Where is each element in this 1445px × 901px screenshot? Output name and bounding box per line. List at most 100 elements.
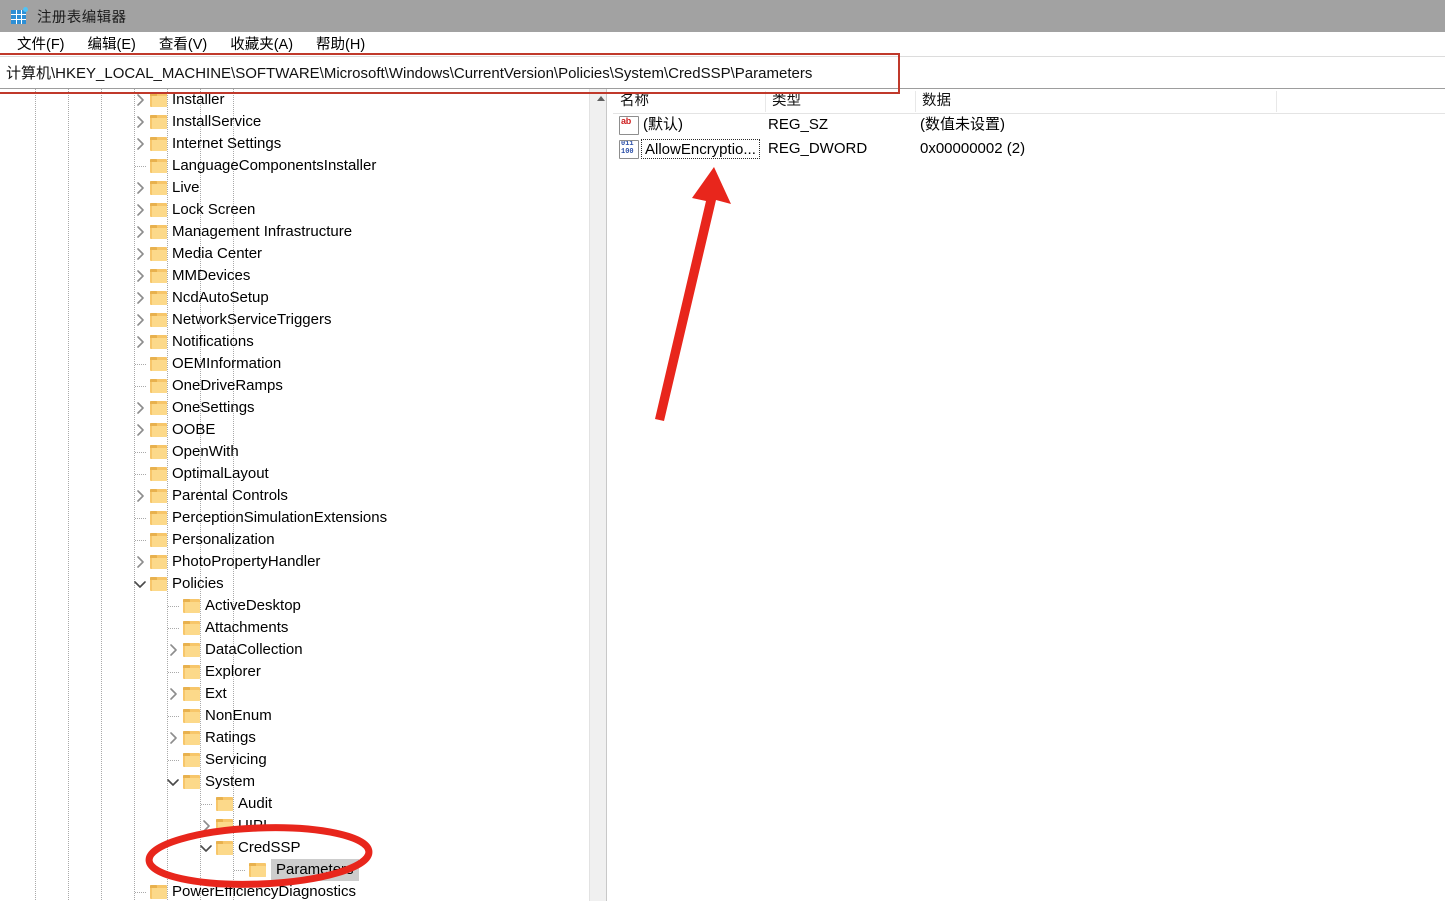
tree-node-label[interactable]: Parental Controls [172, 485, 288, 507]
tree-node-label[interactable]: OneDriveRamps [172, 375, 283, 397]
chevron-right-icon[interactable] [132, 485, 148, 507]
chevron-right-icon[interactable] [165, 683, 181, 705]
chevron-right-icon[interactable] [132, 287, 148, 309]
chevron-right-icon[interactable] [165, 639, 181, 661]
tree-node-media-center[interactable]: Media Center [0, 243, 589, 265]
tree-node-photopropertyhandler[interactable]: PhotoPropertyHandler [0, 551, 589, 573]
tree-node-notifications[interactable]: Notifications [0, 331, 589, 353]
tree-node-label[interactable]: Live [172, 177, 200, 199]
tree-node-oobe[interactable]: OOBE [0, 419, 589, 441]
tree-node-openwith[interactable]: OpenWith [0, 441, 589, 463]
chevron-down-icon[interactable] [132, 573, 148, 595]
tree-node-mmdevices[interactable]: MMDevices [0, 265, 589, 287]
tree-node-onedriveramps[interactable]: OneDriveRamps [0, 375, 589, 397]
tree-node-servicing[interactable]: Servicing [0, 749, 589, 771]
tree-node-label[interactable]: UIPI [238, 815, 267, 837]
tree-node-optimallayout[interactable]: OptimalLayout [0, 463, 589, 485]
tree-node-label[interactable]: Parameters [271, 859, 359, 881]
tree-node-label[interactable]: Notifications [172, 331, 254, 353]
tree-node-installer[interactable]: Installer [0, 89, 589, 111]
value-name[interactable]: (默认) [643, 113, 683, 137]
tree-node-label[interactable]: Installer [172, 89, 225, 111]
tree-node-internet-settings[interactable]: Internet Settings [0, 133, 589, 155]
chevron-right-icon[interactable] [132, 111, 148, 133]
tree-node-label[interactable]: Internet Settings [172, 133, 281, 155]
tree-node-parental-controls[interactable]: Parental Controls [0, 485, 589, 507]
tree-node-personalization[interactable]: Personalization [0, 529, 589, 551]
menu-help[interactable]: 帮助(H) [307, 33, 374, 54]
values-list-row[interactable]: AllowEncryptio... REG_DWORD 0x00000002 (2) [613, 137, 1445, 161]
chevron-right-icon[interactable] [132, 89, 148, 111]
tree-node-label[interactable]: PerceptionSimulationExtensions [172, 507, 387, 529]
menu-favorites[interactable]: 收藏夹(A) [221, 33, 302, 54]
column-divider-3[interactable] [1276, 91, 1277, 112]
tree-node-label[interactable]: InstallService [172, 111, 261, 133]
column-header-type[interactable]: 类型 [765, 89, 920, 113]
tree-node-onesettings[interactable]: OneSettings [0, 397, 589, 419]
column-header-name[interactable]: 名称 [613, 89, 765, 113]
address-bar[interactable]: 计算机\HKEY_LOCAL_MACHINE\SOFTWARE\Microsof… [0, 56, 1445, 89]
tree-node-label[interactable]: Explorer [205, 661, 261, 683]
tree-node-attachments[interactable]: Attachments [0, 617, 589, 639]
menu-edit[interactable]: 编辑(E) [79, 33, 145, 54]
chevron-down-icon[interactable] [165, 771, 181, 793]
menu-view[interactable]: 查看(V) [150, 33, 216, 54]
chevron-right-icon[interactable] [132, 265, 148, 287]
tree-node-uipi[interactable]: UIPI [0, 815, 589, 837]
tree-node-perceptionsimulationextensions[interactable]: PerceptionSimulationExtensions [0, 507, 589, 529]
tree-node-label[interactable]: NonEnum [205, 705, 272, 727]
menu-file[interactable]: 文件(F) [8, 33, 74, 54]
tree-node-live[interactable]: Live [0, 177, 589, 199]
tree-node-parameters[interactable]: Parameters [0, 859, 589, 881]
chevron-right-icon[interactable] [132, 243, 148, 265]
tree-node-label[interactable]: NetworkServiceTriggers [172, 309, 332, 331]
values-list-row[interactable]: (默认) REG_SZ (数值未设置) [613, 113, 1445, 137]
tree-node-label[interactable]: ActiveDesktop [205, 595, 301, 617]
tree-node-label[interactable]: OOBE [172, 419, 215, 441]
tree-node-audit[interactable]: Audit [0, 793, 589, 815]
chevron-right-icon[interactable] [132, 309, 148, 331]
tree-node-credssp[interactable]: CredSSP [0, 837, 589, 859]
tree-node-label[interactable]: Media Center [172, 243, 262, 265]
tree-node-languagecomponentsinstaller[interactable]: LanguageComponentsInstaller [0, 155, 589, 177]
tree-node-label[interactable]: CredSSP [238, 837, 301, 859]
chevron-right-icon[interactable] [132, 397, 148, 419]
tree-node-installservice[interactable]: InstallService [0, 111, 589, 133]
chevron-right-icon[interactable] [132, 221, 148, 243]
tree-node-oeminformation[interactable]: OEMInformation [0, 353, 589, 375]
tree-node-explorer[interactable]: Explorer [0, 661, 589, 683]
chevron-right-icon[interactable] [165, 727, 181, 749]
tree-node-label[interactable]: Attachments [205, 617, 288, 639]
tree-node-label[interactable]: Lock Screen [172, 199, 255, 221]
address-bar-text[interactable]: 计算机\HKEY_LOCAL_MACHINE\SOFTWARE\Microsof… [0, 62, 812, 83]
tree-node-label[interactable]: PowerEfficiencyDiagnostics [172, 881, 356, 901]
values-list-pane[interactable]: 名称 类型 数据 (默认) REG_SZ (数值未设置) AllowEncryptio… [613, 89, 1445, 901]
tree-node-management-infrastructure[interactable]: Management Infrastructure [0, 221, 589, 243]
registry-tree-pane[interactable]: Installer InstallService Internet Settings… [0, 89, 589, 901]
tree-node-label[interactable]: LanguageComponentsInstaller [172, 155, 376, 177]
tree-node-label[interactable]: NcdAutoSetup [172, 287, 269, 309]
chevron-right-icon[interactable] [132, 419, 148, 441]
tree-node-label[interactable]: Ext [205, 683, 227, 705]
tree-node-lock-screen[interactable]: Lock Screen [0, 199, 589, 221]
tree-node-label[interactable]: Audit [238, 793, 272, 815]
chevron-right-icon[interactable] [132, 551, 148, 573]
column-header-data[interactable]: 数据 [915, 89, 1275, 113]
tree-node-label[interactable]: Ratings [205, 727, 256, 749]
tree-node-label[interactable]: OEMInformation [172, 353, 281, 375]
chevron-right-icon[interactable] [132, 133, 148, 155]
tree-node-powerefficiencydiagnostics[interactable]: PowerEfficiencyDiagnostics [0, 881, 589, 901]
tree-node-label[interactable]: PhotoPropertyHandler [172, 551, 320, 573]
chevron-right-icon[interactable] [132, 199, 148, 221]
tree-node-networkservicetriggers[interactable]: NetworkServiceTriggers [0, 309, 589, 331]
tree-node-ratings[interactable]: Ratings [0, 727, 589, 749]
tree-node-label[interactable]: OptimalLayout [172, 463, 269, 485]
tree-node-label[interactable]: Servicing [205, 749, 267, 771]
tree-node-nonenum[interactable]: NonEnum [0, 705, 589, 727]
tree-node-label[interactable]: MMDevices [172, 265, 250, 287]
tree-node-ncdautosetup[interactable]: NcdAutoSetup [0, 287, 589, 309]
tree-node-datacollection[interactable]: DataCollection [0, 639, 589, 661]
tree-node-system[interactable]: System [0, 771, 589, 793]
tree-node-label[interactable]: Management Infrastructure [172, 221, 352, 243]
tree-node-label[interactable]: DataCollection [205, 639, 303, 661]
